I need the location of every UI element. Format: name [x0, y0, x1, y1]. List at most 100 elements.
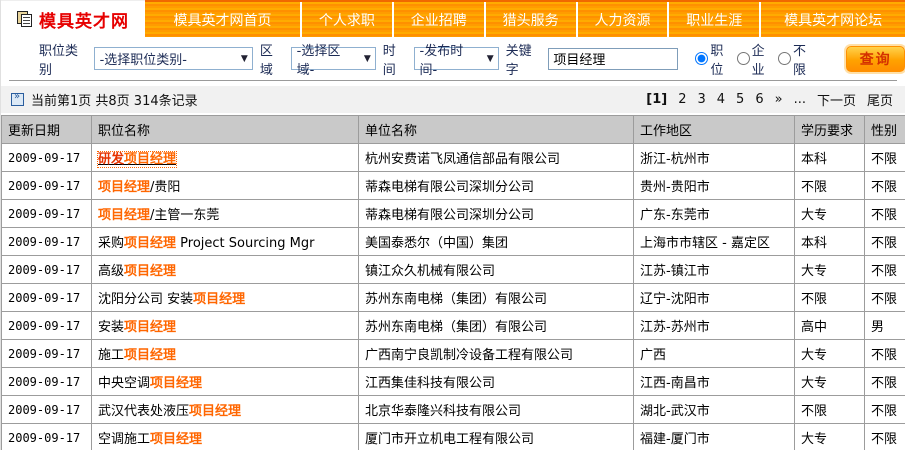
nav-tab-hr[interactable]: 人力资源 [578, 2, 670, 37]
table-row: 2009-09-17采购项目经理 Project Sourcing Mgr美国泰… [2, 228, 905, 256]
region-select-value: -选择区域- [297, 40, 358, 78]
job-title-cell: 武汉代表处液压项目经理 [92, 396, 359, 424]
time-label: 时间 [383, 40, 407, 78]
table-row: 2009-09-17空调施工项目经理厦门市开立机电工程有限公司福建-厦门市大专不… [2, 424, 905, 450]
company-cell: 北京华泰隆兴科技有限公司 [359, 396, 634, 424]
update-date-cell: 2009-09-17 [2, 200, 92, 228]
nav-tab-career[interactable]: 职业生涯 [669, 2, 761, 37]
education-cell: 不限 [795, 284, 865, 312]
time-select[interactable]: -发布时间- ▼ [414, 47, 499, 70]
scope-radios: 职位 企业 不限 [695, 40, 815, 78]
brand-logo[interactable]: 模具英才网 [1, 0, 145, 37]
region-cell: 浙江-杭州市 [634, 144, 795, 172]
any-radio[interactable] [778, 52, 791, 65]
header-company: 单位名称 [359, 116, 634, 144]
gender-cell: 不限 [865, 284, 905, 312]
region-cell: 江西-南昌市 [634, 368, 795, 396]
job-title-link[interactable]: 安装项目经理 [98, 320, 176, 335]
documents-icon [17, 11, 33, 28]
pager-link[interactable]: 尾页 [867, 90, 893, 109]
category-label: 职位类别 [39, 40, 87, 78]
region-select[interactable]: -选择区域- ▼ [291, 47, 376, 70]
job-title-link[interactable]: 研发项目经理 [98, 152, 176, 167]
job-title-link[interactable]: 空调施工项目经理 [98, 432, 202, 447]
job-table-body: 2009-09-17研发项目经理杭州安费诺飞凤通信部品有限公司浙江-杭州市本科不… [2, 144, 905, 450]
region-cell: 江苏-苏州市 [634, 312, 795, 340]
header-update-date: 更新日期 [2, 116, 92, 144]
job-results-table: 更新日期 职位名称 单位名称 工作地区 学历要求 性别 2009-09-17 研发… [1, 115, 905, 450]
region-cell: 江苏-镇江市 [634, 256, 795, 284]
education-cell: 大专 [795, 256, 865, 284]
update-date-cell: 2009-09-17 [2, 340, 92, 368]
pager-links: [1] 23456»...下一页尾页 [646, 90, 893, 109]
nav-tab-home[interactable]: 模具英才网首页 [145, 2, 302, 37]
job-title-link[interactable]: 采购项目经理 Project Sourcing Mgr [98, 236, 314, 251]
gender-cell: 不限 [865, 172, 905, 200]
region-cell: 辽宁-沈阳市 [634, 284, 795, 312]
job-title-cell: 空调施工项目经理 [92, 424, 359, 450]
table-row: 2009-09-17安装项目经理苏州东南电梯（集团）有限公司江苏-苏州市高中男 [2, 312, 905, 340]
pagination-bar: 当前第1页 共8页 314条记录 [1] 23456»...下一页尾页 [1, 86, 905, 113]
table-row: 2009-09-17项目经理/主管一东莞蒂森电梯有限公司深圳分公司广东-东莞市大… [2, 200, 905, 228]
pager-link[interactable]: » [775, 92, 783, 107]
position-radio[interactable] [695, 52, 708, 65]
pager-link[interactable]: 3 [697, 92, 705, 107]
pager-link[interactable]: 2 [678, 92, 686, 107]
table-header-row: 更新日期 职位名称 单位名称 工作地区 学历要求 性别 [2, 116, 905, 144]
update-date-cell: 2009-09-17 [2, 256, 92, 284]
update-date-cell: 2009-09-17 [2, 396, 92, 424]
company-cell: 苏州东南电梯（集团）有限公司 [359, 312, 634, 340]
job-title-link[interactable]: 中央空调项目经理 [98, 376, 202, 391]
company-cell: 广西南宁良凯制冷设备工程有限公司 [359, 340, 634, 368]
company-radio[interactable] [737, 52, 750, 65]
job-title-cell: 研发项目经理 [92, 144, 359, 172]
job-title-link[interactable]: 高级项目经理 [98, 264, 176, 279]
education-cell: 大专 [795, 200, 865, 228]
brand-logo-text: 模具英才网 [39, 7, 129, 32]
keyword-label: 关键字 [506, 40, 542, 78]
header-job-title: 职位名称 [92, 116, 359, 144]
pager-link[interactable]: 4 [717, 92, 725, 107]
page: 模具英才网 模具英才网首页 个人求职 企业招聘 猎头服务 人力资源 职业生涯 模… [0, 0, 905, 450]
nav-tab-jobseeker[interactable]: 个人求职 [302, 2, 394, 37]
job-title-link[interactable]: 施工项目经理 [98, 348, 176, 363]
nav-tab-recruit[interactable]: 企业招聘 [394, 2, 486, 37]
job-title-cell: 项目经理/贵阳 [92, 172, 359, 200]
education-cell: 不限 [795, 396, 865, 424]
job-title-link[interactable]: 项目经理/主管一东莞 [98, 208, 219, 223]
company-cell: 江西集佳科技有限公司 [359, 368, 634, 396]
region-cell: 贵州-贵阳市 [634, 172, 795, 200]
gender-cell: 不限 [865, 368, 905, 396]
nav-tab-headhunt[interactable]: 猎头服务 [486, 2, 578, 37]
header-gender: 性别 [865, 116, 905, 144]
radio-option-company[interactable]: 企业 [737, 40, 774, 78]
pager-link[interactable]: 5 [736, 92, 744, 107]
category-select[interactable]: -选择职位类别- ▼ [94, 47, 253, 70]
radio-option-position[interactable]: 职位 [695, 40, 732, 78]
company-cell: 厦门市开立机电工程有限公司 [359, 424, 634, 450]
nav-tab-forum[interactable]: 模具英才网论坛 [761, 2, 905, 37]
region-cell: 上海市市辖区 - 嘉定区 [634, 228, 795, 256]
update-date-cell: 2009-09-17 [2, 228, 92, 256]
job-title-cell: 施工项目经理 [92, 340, 359, 368]
pager-summary: 当前第1页 共8页 314条记录 [31, 90, 198, 109]
job-title-cell: 安装项目经理 [92, 312, 359, 340]
update-date-cell: 2009-09-17 [2, 312, 92, 340]
gender-cell: 不限 [865, 228, 905, 256]
update-date-cell: 2009-09-17 [2, 368, 92, 396]
search-bar: 职位类别 -选择职位类别- ▼ 区域 -选择区域- ▼ 时间 -发布时间- ▼ … [1, 37, 905, 80]
keyword-input[interactable] [548, 48, 678, 70]
time-select-value: -发布时间- [420, 40, 481, 78]
education-cell: 大专 [795, 368, 865, 396]
job-title-link[interactable]: 沈阳分公司 安装项目经理 [98, 292, 245, 307]
search-button[interactable]: 查询 [846, 46, 905, 72]
pager-link[interactable]: 6 [755, 92, 763, 107]
table-row: 2009-09-17项目经理/贵阳蒂森电梯有限公司深圳分公司贵州-贵阳市不限不限 [2, 172, 905, 200]
education-cell: 大专 [795, 424, 865, 450]
category-select-value: -选择职位类别- [100, 49, 187, 68]
job-title-link[interactable]: 武汉代表处液压项目经理 [98, 404, 241, 419]
radio-option-any[interactable]: 不限 [778, 40, 815, 78]
pager-link[interactable]: 下一页 [817, 90, 856, 109]
chevron-down-icon: ▼ [241, 54, 248, 64]
job-title-link[interactable]: 项目经理/贵阳 [98, 180, 180, 195]
